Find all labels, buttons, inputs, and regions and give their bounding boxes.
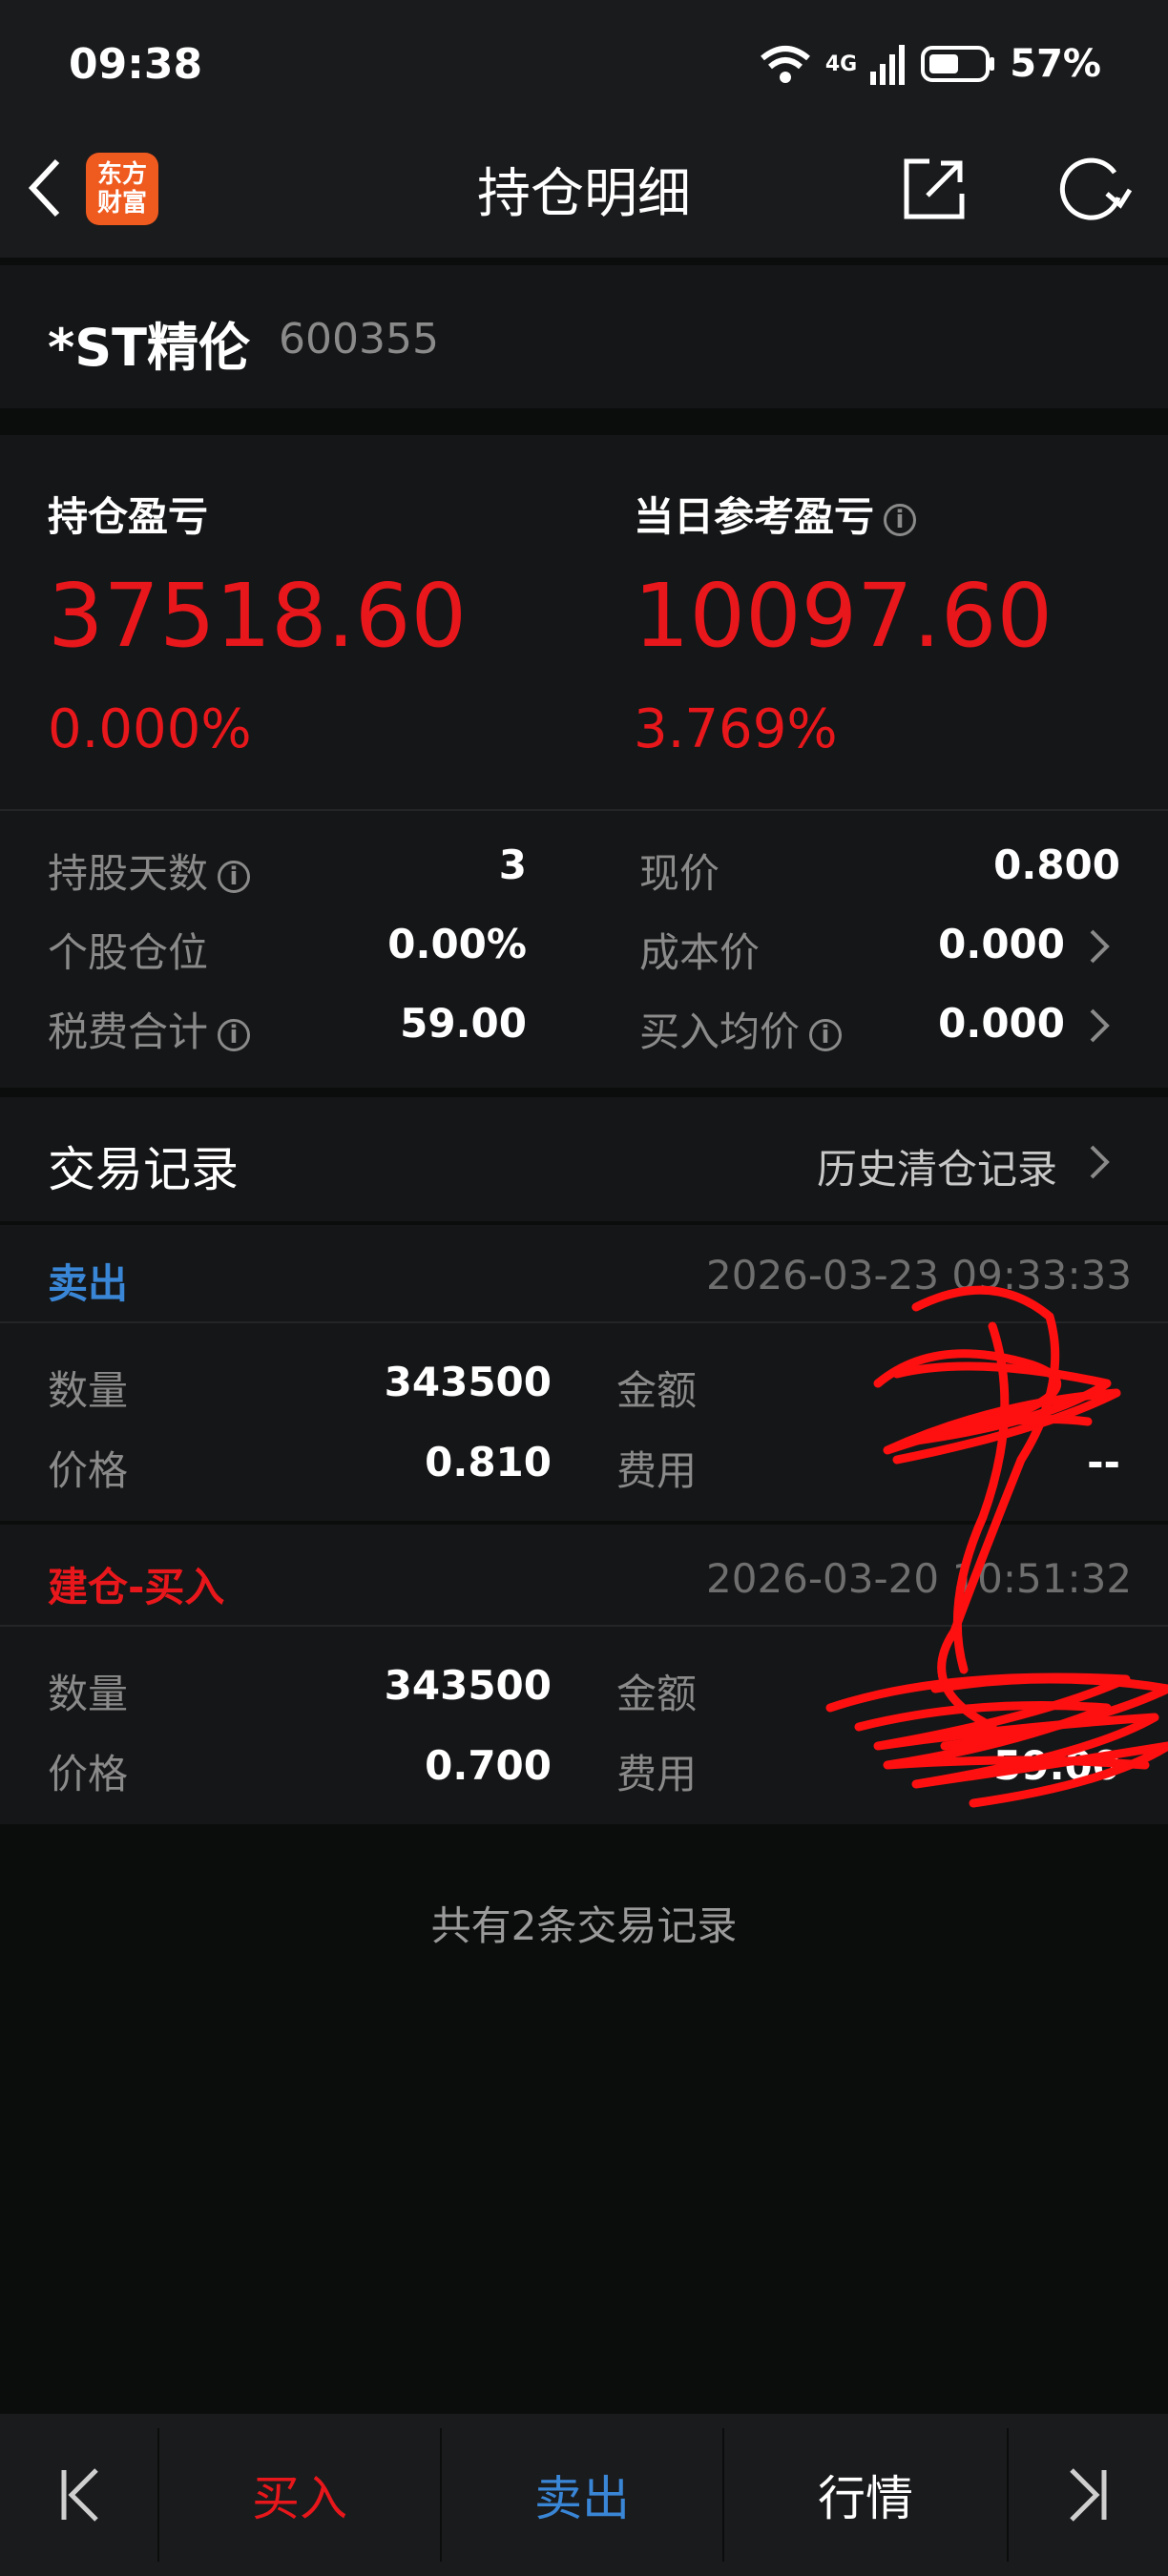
trade-type: 卖出 <box>48 1260 129 1307</box>
price-label: 价格 <box>48 1447 129 1494</box>
position-pl-pct: 0.000% <box>48 698 252 760</box>
quote-button[interactable]: 行情 <box>724 2414 1007 2576</box>
avg-value[interactable]: 0.000 <box>859 1000 1065 1047</box>
info-icon[interactable]: i <box>809 1018 843 1051</box>
info-icon[interactable]: i <box>884 503 917 536</box>
trade-count: 共有2条交易记录 <box>430 1902 738 1949</box>
avg-label-row[interactable]: 买入均价 i <box>639 1000 843 1058</box>
daily-pl-pct: 3.769% <box>634 698 838 760</box>
days-label-row: 持股天数 i <box>48 841 251 900</box>
chevron-right-icon[interactable] <box>1088 1143 1111 1181</box>
days-value: 3 <box>498 841 527 888</box>
fee-label: 费用 <box>616 1447 698 1494</box>
redaction-scribble <box>825 1285 1168 1808</box>
fees-value: 59.00 <box>400 1000 527 1047</box>
amount-label: 金额 <box>616 1367 698 1414</box>
trade-title: 交易记录 <box>48 1142 239 1197</box>
skip-next-icon <box>1069 2468 1106 2522</box>
signal-icon <box>870 45 906 85</box>
next-button[interactable] <box>1009 2414 1168 2576</box>
position-pl-value: 37518.60 <box>48 565 467 667</box>
info-icon[interactable]: i <box>218 860 251 893</box>
fees-label-row: 税费合计 i <box>48 1000 251 1058</box>
stock-code: 600355 <box>279 315 439 364</box>
history-link[interactable]: 历史清仓记录 <box>817 1137 1057 1195</box>
chevron-right-icon[interactable] <box>1088 927 1111 966</box>
qty-label: 数量 <box>48 1671 129 1717</box>
info-icon[interactable]: i <box>218 1018 251 1051</box>
fee-label: 费用 <box>616 1751 698 1797</box>
cost-value[interactable]: 0.000 <box>859 921 1065 967</box>
battery-icon <box>921 46 995 82</box>
price-value: 0.810 <box>425 1439 552 1485</box>
daily-pl-label-row: 当日参考盈亏 i <box>634 485 917 543</box>
divider <box>0 809 1168 811</box>
prev-button[interactable] <box>0 2414 157 2576</box>
daily-pl-value: 10097.60 <box>634 565 1053 667</box>
battery-level: 57% <box>1010 42 1101 86</box>
qty-label: 数量 <box>48 1367 129 1414</box>
price-value: 0.800 <box>993 841 1120 888</box>
stock-name: *ST精伦 <box>48 318 250 378</box>
avg-label: 买入均价 <box>639 1008 801 1055</box>
weight-label: 个股仓位 <box>48 929 209 976</box>
buy-button[interactable]: 买入 <box>159 2414 440 2576</box>
network-type: 4G <box>824 52 858 76</box>
skip-previous-icon <box>61 2468 98 2522</box>
amount-label: 金额 <box>616 1671 698 1717</box>
price-label: 价格 <box>48 1751 129 1797</box>
daily-pl-label: 当日参考盈亏 <box>634 493 875 540</box>
cost-label[interactable]: 成本价 <box>639 921 760 979</box>
refresh-icon[interactable] <box>1057 156 1134 222</box>
fees-label: 税费合计 <box>48 1008 209 1055</box>
share-icon[interactable] <box>901 156 968 222</box>
position-pl-label: 持仓盈亏 <box>48 493 209 540</box>
qty-value: 343500 <box>384 1662 552 1709</box>
price-label: 现价 <box>639 850 720 897</box>
page-title: 持仓明细 <box>477 163 691 225</box>
sell-button[interactable]: 卖出 <box>442 2414 722 2576</box>
days-label: 持股天数 <box>48 850 209 897</box>
trade-type: 建仓-买入 <box>48 1564 225 1610</box>
weight-value: 0.00% <box>387 921 527 967</box>
wifi-icon <box>760 46 810 83</box>
chevron-right-icon[interactable] <box>1088 1007 1111 1045</box>
price-value: 0.700 <box>425 1742 552 1789</box>
status-time: 09:38 <box>69 40 203 89</box>
status-icons: 4G 57% <box>759 40 1101 88</box>
qty-value: 343500 <box>384 1359 552 1405</box>
